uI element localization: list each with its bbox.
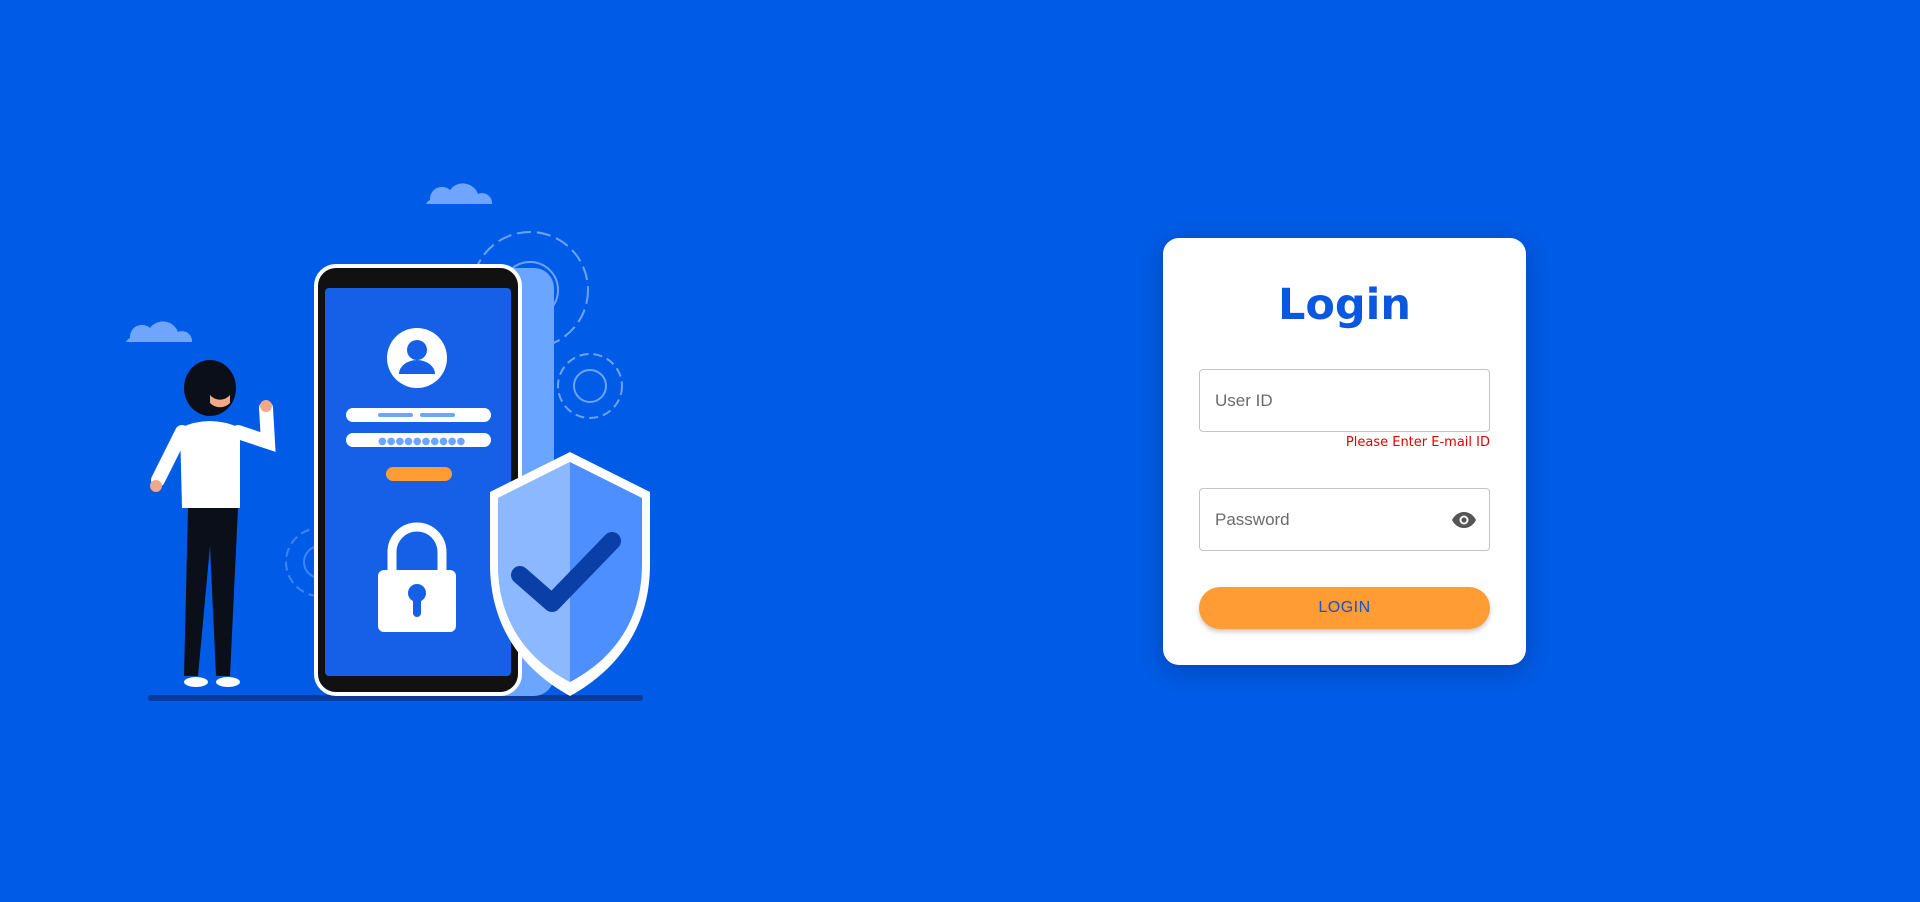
- security-illustration: ●●●●●●●●●●: [120, 170, 680, 710]
- userid-input[interactable]: [1200, 370, 1489, 431]
- person-figure: [150, 360, 276, 687]
- password-field: [1199, 488, 1490, 551]
- eye-icon[interactable]: [1451, 509, 1477, 531]
- login-page: ●●●●●●●●●● Login User ID Please Enter E-…: [0, 0, 1920, 902]
- login-card: Login Please Enter E-mail ID LOGIN: [1163, 238, 1526, 665]
- svg-text:●●●●●●●●●●: ●●●●●●●●●●: [378, 436, 466, 447]
- login-title: Login: [1277, 280, 1412, 330]
- gear-icon: [557, 353, 623, 419]
- user-avatar-icon: [387, 328, 447, 388]
- userid-error-message: Please Enter E-mail ID: [1345, 435, 1490, 450]
- cloud-icon: [426, 183, 493, 204]
- password-input[interactable]: [1200, 489, 1489, 550]
- userid-field: [1199, 369, 1490, 432]
- login-button[interactable]: LOGIN: [1199, 587, 1490, 629]
- cloud-icon: [126, 321, 193, 342]
